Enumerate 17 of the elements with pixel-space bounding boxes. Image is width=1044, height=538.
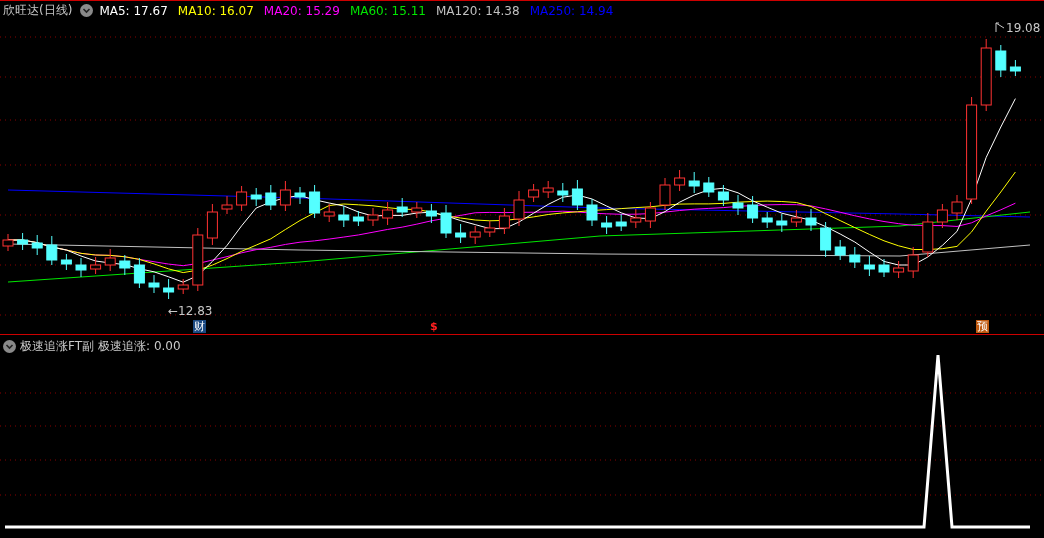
moving-average-reading: MA120: 14.38 [435,3,520,18]
dropdown-icon[interactable] [3,340,16,353]
low-price-label: ←12.83 [168,304,213,318]
moving-average-reading: MA5: 17.67 [99,3,168,18]
moving-average-reading: MA20: 15.29 [263,3,340,18]
pointer-arrow-icon [994,21,1006,33]
high-price-label: 19.08 [1006,21,1041,35]
moving-average-reading: MA250: 14.94 [529,3,614,18]
indicator-reading: 极速追涨: 0.00 [98,338,181,355]
forecast-marker[interactable]: 预 [976,320,989,333]
finance-marker[interactable]: 财 [193,320,206,333]
moving-average-reading: MA60: 15.11 [349,3,426,18]
stock-title: 欣旺达(日线) [3,2,73,19]
indicator-title: 极速追涨FT副 [20,338,95,355]
dropdown-icon[interactable] [80,4,94,17]
dollar-marker[interactable]: $ [429,320,439,333]
moving-average-reading: MA10: 16.07 [177,3,254,18]
